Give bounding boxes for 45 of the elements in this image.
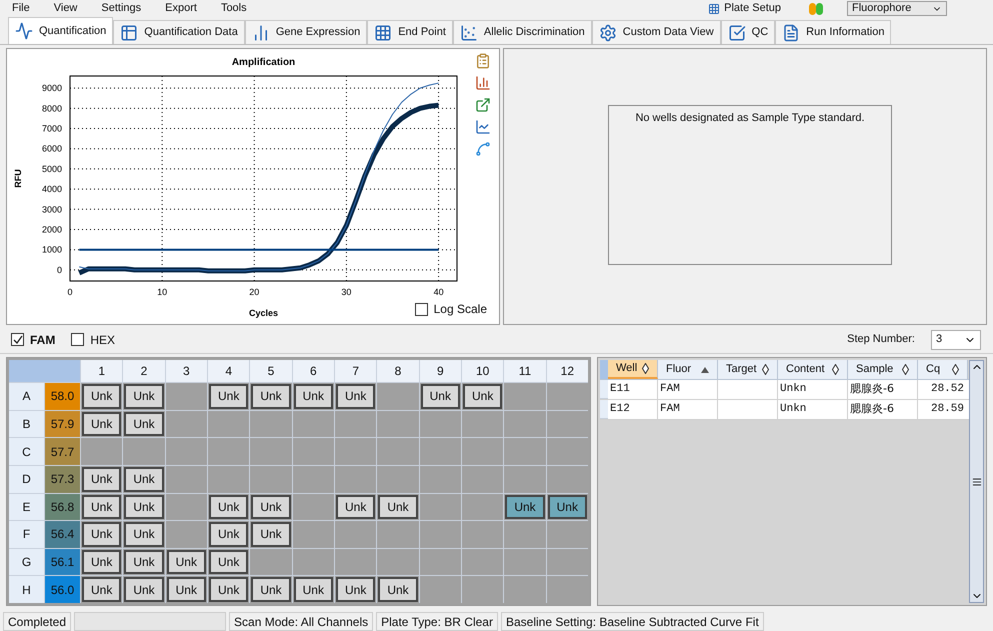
x-tick-label: 20 [249,287,260,297]
y-tick-label: 4000 [42,184,62,194]
y-tick-label: 6000 [42,144,62,154]
temperature-cell: 56.1 [45,548,80,576]
x-tick-label: 10 [157,287,168,297]
temperature-cell: 57.7 [45,438,80,465]
y-tick-label: 7000 [42,124,62,134]
x-axis-label: Cycles [248,308,278,318]
temperature-cell: 58.0 [45,383,80,410]
checkbox-label: HEX [90,332,116,348]
table-cell-text: 28.52 [930,382,965,398]
status-field: Plate Type: BR Clear [376,612,498,631]
y-tick-label: 9000 [42,83,62,94]
y-tick-label: 8000 [42,103,62,114]
x-tick-label: 0 [68,287,72,297]
message-box: No wells designated as Sample Type standard. [608,105,892,265]
y-tick-label: 0 [56,264,62,275]
temperature-cell: 57.3 [45,466,80,492]
temperature-cell: 56.8 [45,494,80,520]
temperature-cell: 56.0 [45,576,80,603]
checkbox-label: FAM [30,332,56,348]
table-cell: Unkn [778,380,848,399]
y-tick-label: 3000 [42,204,62,214]
chart-title: Amplification [232,57,296,68]
x-tick-label: 30 [341,287,352,297]
table-cell-text: 28.59 [930,402,965,418]
table-cell: E11 [608,380,658,399]
step-number-label: Step Number: [847,332,915,348]
table-cell: FAM [658,400,718,419]
table-cell: 腮腺炎-6 [848,400,918,419]
table-cell: Unkn [778,400,848,419]
table-cell: FAM [658,380,718,399]
y-tick-label: 5000 [42,164,62,174]
status-field: Baseline Setting: Baseline Subtracted Curve Fit [500,612,764,631]
status-field: Scan Mode: All Channels [229,612,374,631]
checkbox-label: Log Scale [434,301,487,318]
y-tick-label: 2000 [42,224,62,234]
temperature-cell: 56.4 [45,521,80,548]
temperature-cell: 57.9 [45,410,80,438]
y-tick-label: 1000 [42,244,62,255]
status-state: Completed [3,612,72,631]
y-axis-label: RFU [13,169,23,188]
table-cell: E12 [608,400,658,419]
table-cell: 腮腺炎-6 [848,380,918,399]
x-tick-label: 40 [434,287,444,297]
